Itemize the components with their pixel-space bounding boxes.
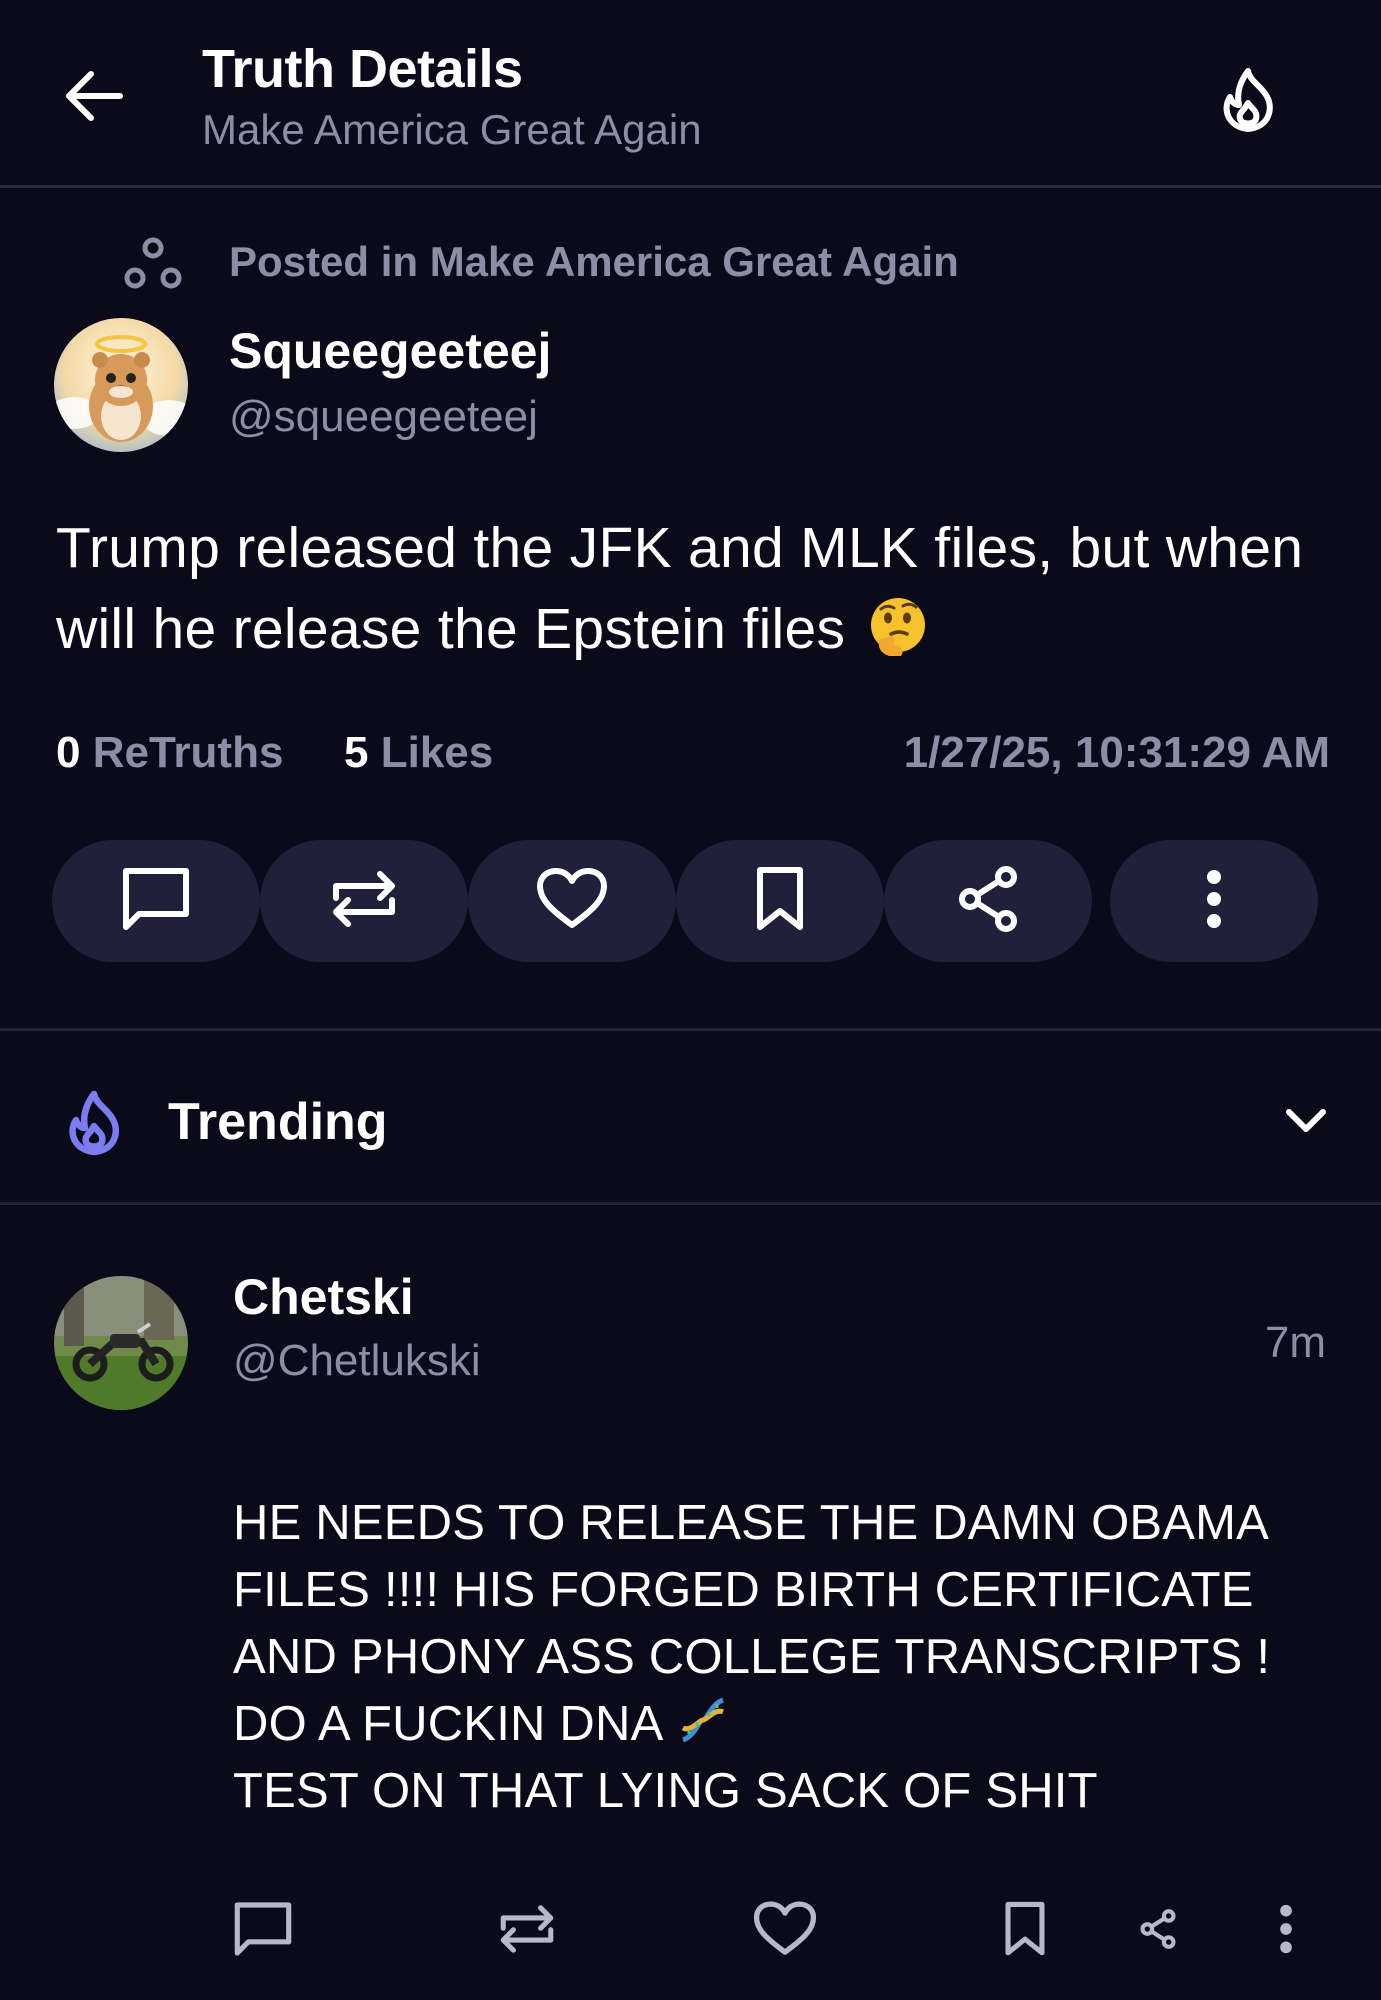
post-action-bar <box>52 840 1342 962</box>
divider <box>0 1202 1381 1205</box>
more-options-button[interactable] <box>1110 840 1318 962</box>
avatar[interactable] <box>54 318 188 452</box>
reply-like-button[interactable] <box>752 1896 818 1966</box>
retruth-icon <box>498 1901 556 1962</box>
chevron-down-icon[interactable] <box>1280 1095 1332 1147</box>
share-icon <box>1139 1907 1177 1956</box>
retruths-stat[interactable]: 0 ReTruths <box>56 728 283 778</box>
divider <box>0 1028 1381 1031</box>
retruth-button[interactable] <box>260 840 468 962</box>
reply-avatar[interactable] <box>54 1276 188 1410</box>
reply-text-tail: TEST ON THAT LYING SACK OF SHIT <box>233 1764 1098 1818</box>
reply-author-handle[interactable]: @Chetlukski <box>233 1336 481 1386</box>
reply-more-options-button[interactable] <box>1276 1896 1296 1966</box>
likes-label: Likes <box>380 728 494 777</box>
reply-icon <box>121 866 191 937</box>
trending-fire-icon <box>64 1090 124 1156</box>
post-body: Trump released the JFK and MLK files, bu… <box>56 508 1336 670</box>
like-button[interactable] <box>468 840 676 962</box>
posted-in-group-link[interactable]: Posted in Make America Great Again <box>229 238 959 286</box>
share-icon <box>956 865 1020 938</box>
page-subtitle: Make America Great Again <box>202 106 702 153</box>
reply-time-ago: 7m <box>1264 1318 1326 1367</box>
post-text: Trump released the JFK and MLK files, bu… <box>56 516 1304 661</box>
reply-retruth-button[interactable] <box>496 1896 558 1966</box>
author-name[interactable]: Squeegeeteej <box>229 322 551 380</box>
trending-sort-label[interactable]: Trending <box>168 1092 388 1152</box>
heart-icon <box>536 867 608 936</box>
share-button[interactable] <box>884 840 1092 962</box>
reply-text: HE NEEDS TO RELEASE THE DAMN OBAMA FILES… <box>233 1496 1271 1751</box>
post-stats: 0 ReTruths 5 Likes 1/27/25, 10:31:29 AM <box>56 728 1330 784</box>
likes-stat[interactable]: 5 Likes <box>344 728 493 778</box>
reply-author-name[interactable]: Chetski <box>233 1268 414 1326</box>
reply-reply-button[interactable] <box>232 1896 294 1966</box>
back-arrow-icon[interactable] <box>58 60 130 132</box>
dna-icon <box>675 1692 731 1748</box>
retruth-icon <box>330 866 398 937</box>
post-timestamp: 1/27/25, 10:31:29 AM <box>903 728 1330 777</box>
bookmark-button[interactable] <box>676 840 884 962</box>
retruths-count: 0 <box>56 728 81 777</box>
bookmark-icon <box>755 866 805 937</box>
reply-icon <box>233 1900 293 1963</box>
bookmark-icon <box>1003 1901 1047 1962</box>
more-vertical-icon <box>1206 869 1222 934</box>
page-title: Truth Details <box>202 39 523 99</box>
group-icon <box>122 236 184 292</box>
author-handle[interactable]: @squeegeeteej <box>229 392 538 442</box>
retruths-label: ReTruths <box>92 728 284 777</box>
trending-fire-icon[interactable] <box>1212 64 1284 136</box>
reply-button[interactable] <box>52 840 260 962</box>
reply-body: HE NEEDS TO RELEASE THE DAMN OBAMA FILES… <box>233 1490 1353 1825</box>
more-vertical-icon <box>1279 1904 1293 1959</box>
thinking-face-icon <box>867 596 929 658</box>
reply-bookmark-button[interactable] <box>1000 1896 1050 1966</box>
likes-count: 5 <box>344 728 369 777</box>
top-bar: Truth Details Make America Great Again <box>0 0 1381 188</box>
reply-share-button[interactable] <box>1138 1896 1178 1966</box>
heart-icon <box>753 1900 817 1963</box>
